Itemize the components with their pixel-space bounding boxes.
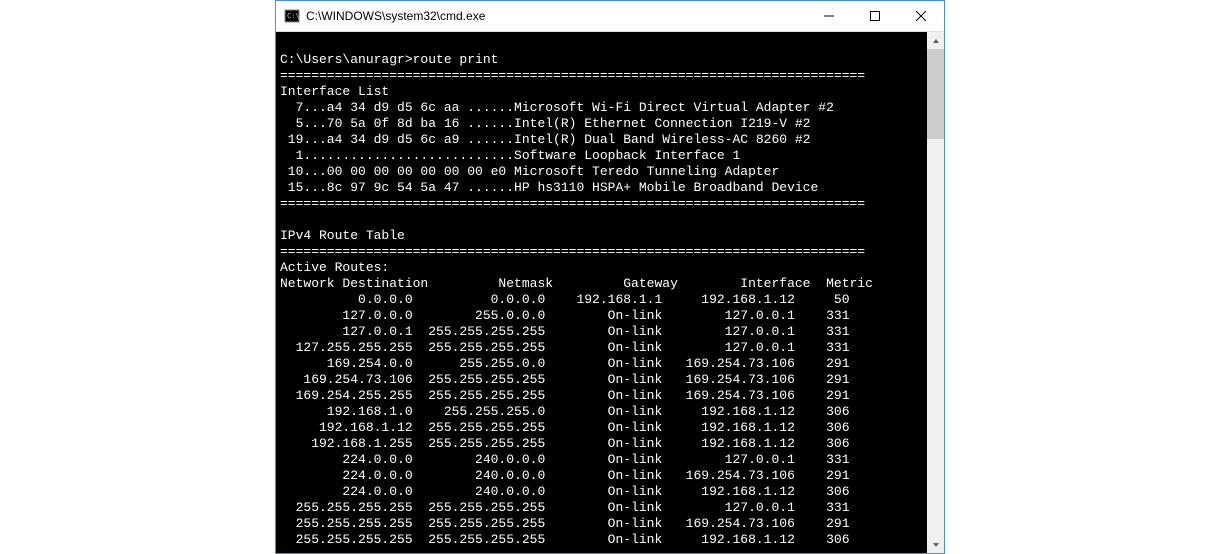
cmd-window: C:\ C:\WINDOWS\system32\cmd.exe C:\Users…: [275, 0, 945, 554]
window-controls: [806, 1, 944, 31]
console-area: C:\Users\anuragr>route print ===========…: [276, 32, 944, 553]
scroll-track[interactable]: [927, 49, 944, 536]
window-title: C:\WINDOWS\system32\cmd.exe: [306, 9, 806, 23]
console-output[interactable]: C:\Users\anuragr>route print ===========…: [276, 32, 927, 553]
titlebar[interactable]: C:\ C:\WINDOWS\system32\cmd.exe: [276, 1, 944, 32]
maximize-button[interactable]: [852, 1, 898, 31]
vertical-scrollbar[interactable]: [927, 32, 944, 553]
close-button[interactable]: [898, 1, 944, 31]
scroll-down-button[interactable]: [927, 536, 944, 553]
cmd-icon: C:\: [284, 8, 300, 24]
scroll-up-button[interactable]: [927, 32, 944, 49]
scroll-thumb[interactable]: [927, 49, 944, 139]
svg-text:C:\: C:\: [287, 12, 300, 20]
minimize-button[interactable]: [806, 1, 852, 31]
